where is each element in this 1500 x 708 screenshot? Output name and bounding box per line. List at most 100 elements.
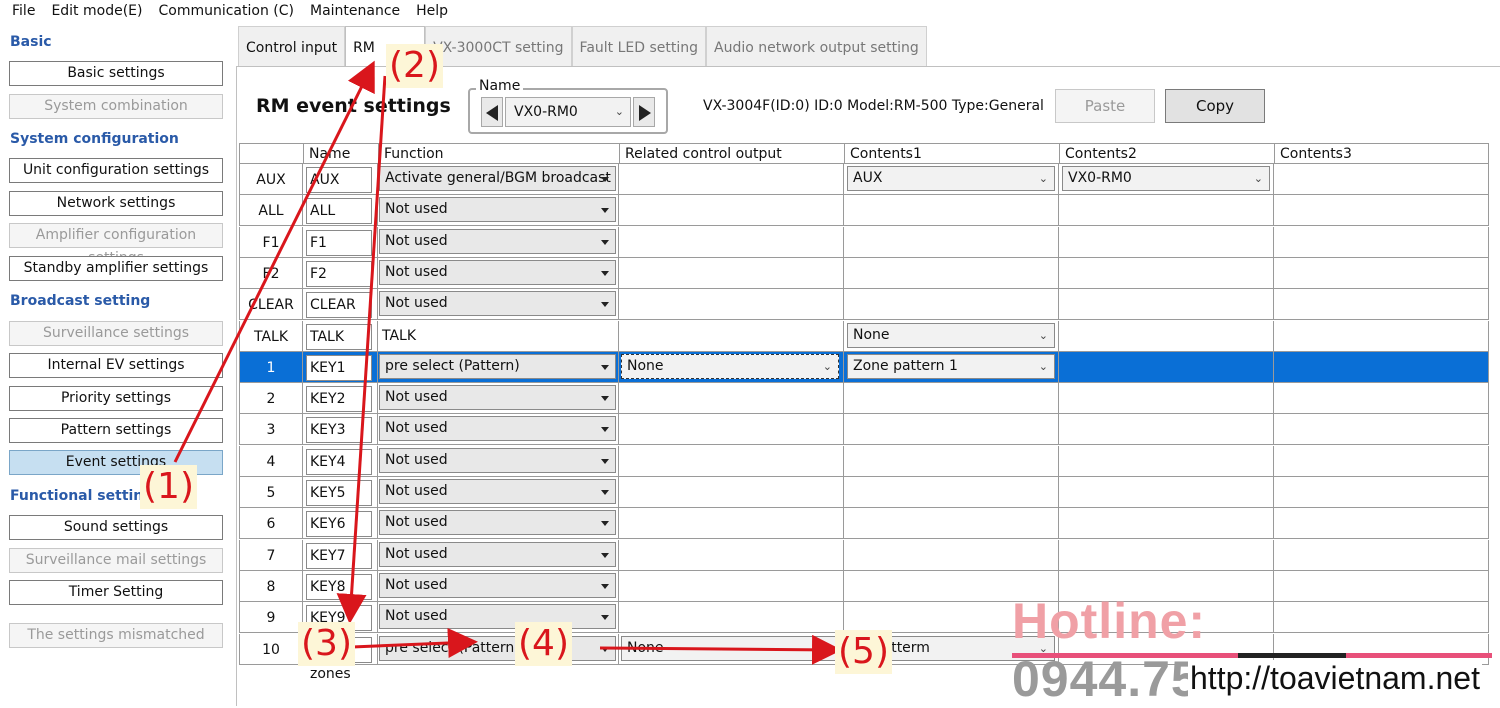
sidebar-pattern-settings[interactable]: Pattern settings: [9, 418, 223, 443]
function-dropdown[interactable]: Not used: [379, 541, 616, 567]
sidebar-network-settings[interactable]: Network settings: [9, 191, 223, 216]
rm-name-select[interactable]: VX0-RM0 ⌄: [505, 97, 631, 127]
sidebar-amplifier-configuration[interactable]: Amplifier configuration settings: [9, 223, 223, 266]
table-row[interactable]: 2 KEY2 Not used: [239, 383, 1489, 415]
event-name-input[interactable]: TALK: [306, 323, 372, 350]
related-output-cell: None ⌄: [619, 633, 844, 664]
menu-communication[interactable]: Communication (C): [150, 3, 302, 19]
caret-down-icon: [601, 490, 609, 495]
event-name-input[interactable]: KEY1: [306, 354, 372, 381]
sidebar-priority-settings[interactable]: Priority settings: [9, 386, 223, 411]
event-name-input[interactable]: KEY4: [306, 448, 372, 475]
table-row[interactable]: 6 KEY6 Not used: [239, 508, 1489, 540]
related-output-cell: [619, 570, 844, 601]
event-name-input[interactable]: KEY3: [306, 417, 372, 444]
callout-3: (3): [298, 622, 355, 666]
function-value: Activate general/BGM broadcast: [385, 170, 611, 186]
contents3-cell: [1274, 508, 1488, 538]
menu-maintenance[interactable]: Maintenance: [302, 3, 408, 19]
sidebar-system-combination[interactable]: System combination: [9, 94, 223, 119]
caret-down-icon: [601, 270, 609, 276]
tab-control-input[interactable]: Control input: [238, 26, 346, 66]
related-output-dropdown[interactable]: None ⌄: [621, 635, 839, 661]
table-row[interactable]: 7 KEY7 Not used: [239, 539, 1489, 571]
function-dropdown[interactable]: pre select (Pattern): [379, 635, 616, 661]
event-name-input[interactable]: F2: [306, 260, 372, 287]
row-label: 10: [240, 633, 303, 664]
contents2-dropdown[interactable]: VX0-RM0 ⌄: [1062, 166, 1270, 191]
tab-audio-network-output[interactable]: Audio network output setting: [706, 26, 927, 66]
table-row[interactable]: 3 KEY3 Not used: [239, 414, 1489, 446]
function-cell: TALK: [378, 320, 619, 351]
table-row[interactable]: F1 F1 Not used: [239, 226, 1489, 258]
caret-down-icon: [601, 521, 609, 527]
paste-button[interactable]: Paste: [1055, 89, 1155, 123]
sidebar-basic-settings[interactable]: Basic settings: [9, 61, 223, 86]
related-output-cell: [619, 257, 844, 288]
table-row[interactable]: 5 KEY5 Not used: [239, 477, 1489, 508]
contents1-dropdown[interactable]: Zone pattern 1 ⌄: [847, 353, 1055, 379]
contents1-cell: None ⌄: [844, 320, 1059, 351]
event-name-input[interactable]: AUX: [306, 167, 372, 193]
event-name-input[interactable]: KEY7: [306, 542, 372, 569]
sidebar-sound-settings[interactable]: Sound settings: [9, 515, 223, 540]
table-row[interactable]: CLEAR CLEAR Not used: [239, 289, 1489, 321]
event-name-input[interactable]: KEY5: [306, 480, 372, 506]
function-dropdown[interactable]: Not used: [379, 259, 616, 285]
event-name-input[interactable]: ALL: [306, 198, 372, 225]
menu-help[interactable]: Help: [408, 3, 456, 19]
tab-vx-3000ct[interactable]: VX-3000CT setting: [425, 26, 572, 66]
sidebar-surveillance-mail[interactable]: Surveillance mail settings: [9, 548, 223, 573]
previous-rm-button[interactable]: [481, 97, 503, 127]
contents1-cell: [844, 508, 1059, 539]
function-dropdown[interactable]: Not used: [379, 572, 616, 598]
name-cell: F1: [303, 226, 378, 257]
event-name-input[interactable]: KEY8: [306, 573, 372, 600]
contents1-cell: [844, 226, 1059, 257]
function-value: Not used: [385, 201, 448, 218]
contents1-dropdown[interactable]: None ⌄: [847, 322, 1055, 348]
sidebar-standby-amplifier[interactable]: Standby amplifier settings: [9, 256, 223, 281]
function-dropdown[interactable]: Not used: [379, 447, 616, 473]
sidebar-unit-configuration[interactable]: Unit configuration settings: [9, 158, 223, 183]
event-name-input[interactable]: KEY6: [306, 511, 372, 538]
function-dropdown[interactable]: Activate general/BGM broadcast: [379, 166, 616, 191]
event-name-input[interactable]: KEY2: [306, 386, 372, 413]
table-row[interactable]: 4 KEY4 Not used: [239, 445, 1489, 477]
function-dropdown[interactable]: Not used: [379, 291, 616, 317]
function-dropdown[interactable]: Not used: [379, 604, 616, 630]
copy-button[interactable]: Copy: [1165, 89, 1265, 123]
function-dropdown[interactable]: Not used: [379, 197, 616, 223]
sidebar-internal-ev[interactable]: Internal EV settings: [9, 353, 223, 378]
table-row[interactable]: AUX AUX Activate general/BGM broadcast AUX ⌄…: [239, 164, 1489, 195]
page-title: RM event settings: [256, 95, 451, 117]
sidebar-surveillance-settings[interactable]: Surveillance settings: [9, 321, 223, 346]
event-name-input[interactable]: F1: [306, 229, 372, 256]
table-row[interactable]: F2 F2 Not used: [239, 257, 1489, 289]
callout-5: (5): [835, 630, 892, 674]
event-name-input[interactable]: CLEAR: [306, 292, 372, 319]
name-cell: AUX: [303, 164, 378, 194]
sidebar-header-basic: Basic: [10, 34, 52, 50]
caret-down-icon: [601, 396, 609, 402]
function-dropdown[interactable]: Not used: [379, 385, 616, 411]
related-output-cell: [619, 320, 844, 351]
tab-fault-led[interactable]: Fault LED setting: [571, 26, 707, 66]
contents1-dropdown[interactable]: AUX ⌄: [847, 166, 1055, 191]
table-row[interactable]: ALL ALL Not used: [239, 195, 1489, 227]
table-row[interactable]: TALK TALK TALK None ⌄: [239, 320, 1489, 352]
function-dropdown[interactable]: pre select (Pattern): [379, 353, 616, 379]
header-name: Name: [304, 144, 379, 164]
function-dropdown[interactable]: Not used: [379, 510, 616, 536]
sidebar-timer-setting[interactable]: Timer Setting: [9, 580, 223, 605]
function-dropdown[interactable]: Not used: [379, 228, 616, 254]
next-rm-button[interactable]: [633, 97, 655, 127]
function-dropdown[interactable]: Not used: [379, 479, 616, 504]
sidebar-settings-mismatched[interactable]: The settings mismatched: [9, 623, 223, 648]
menu-file[interactable]: File: [4, 3, 43, 19]
related-output-dropdown[interactable]: None ⌄: [621, 353, 839, 379]
contents3-cell: [1274, 258, 1488, 288]
menu-edit-mode[interactable]: Edit mode(E): [43, 3, 150, 19]
table-row[interactable]: 1 KEY1 pre select (Pattern) None ⌄ Zone patte…: [239, 351, 1489, 383]
function-dropdown[interactable]: Not used: [379, 416, 616, 442]
